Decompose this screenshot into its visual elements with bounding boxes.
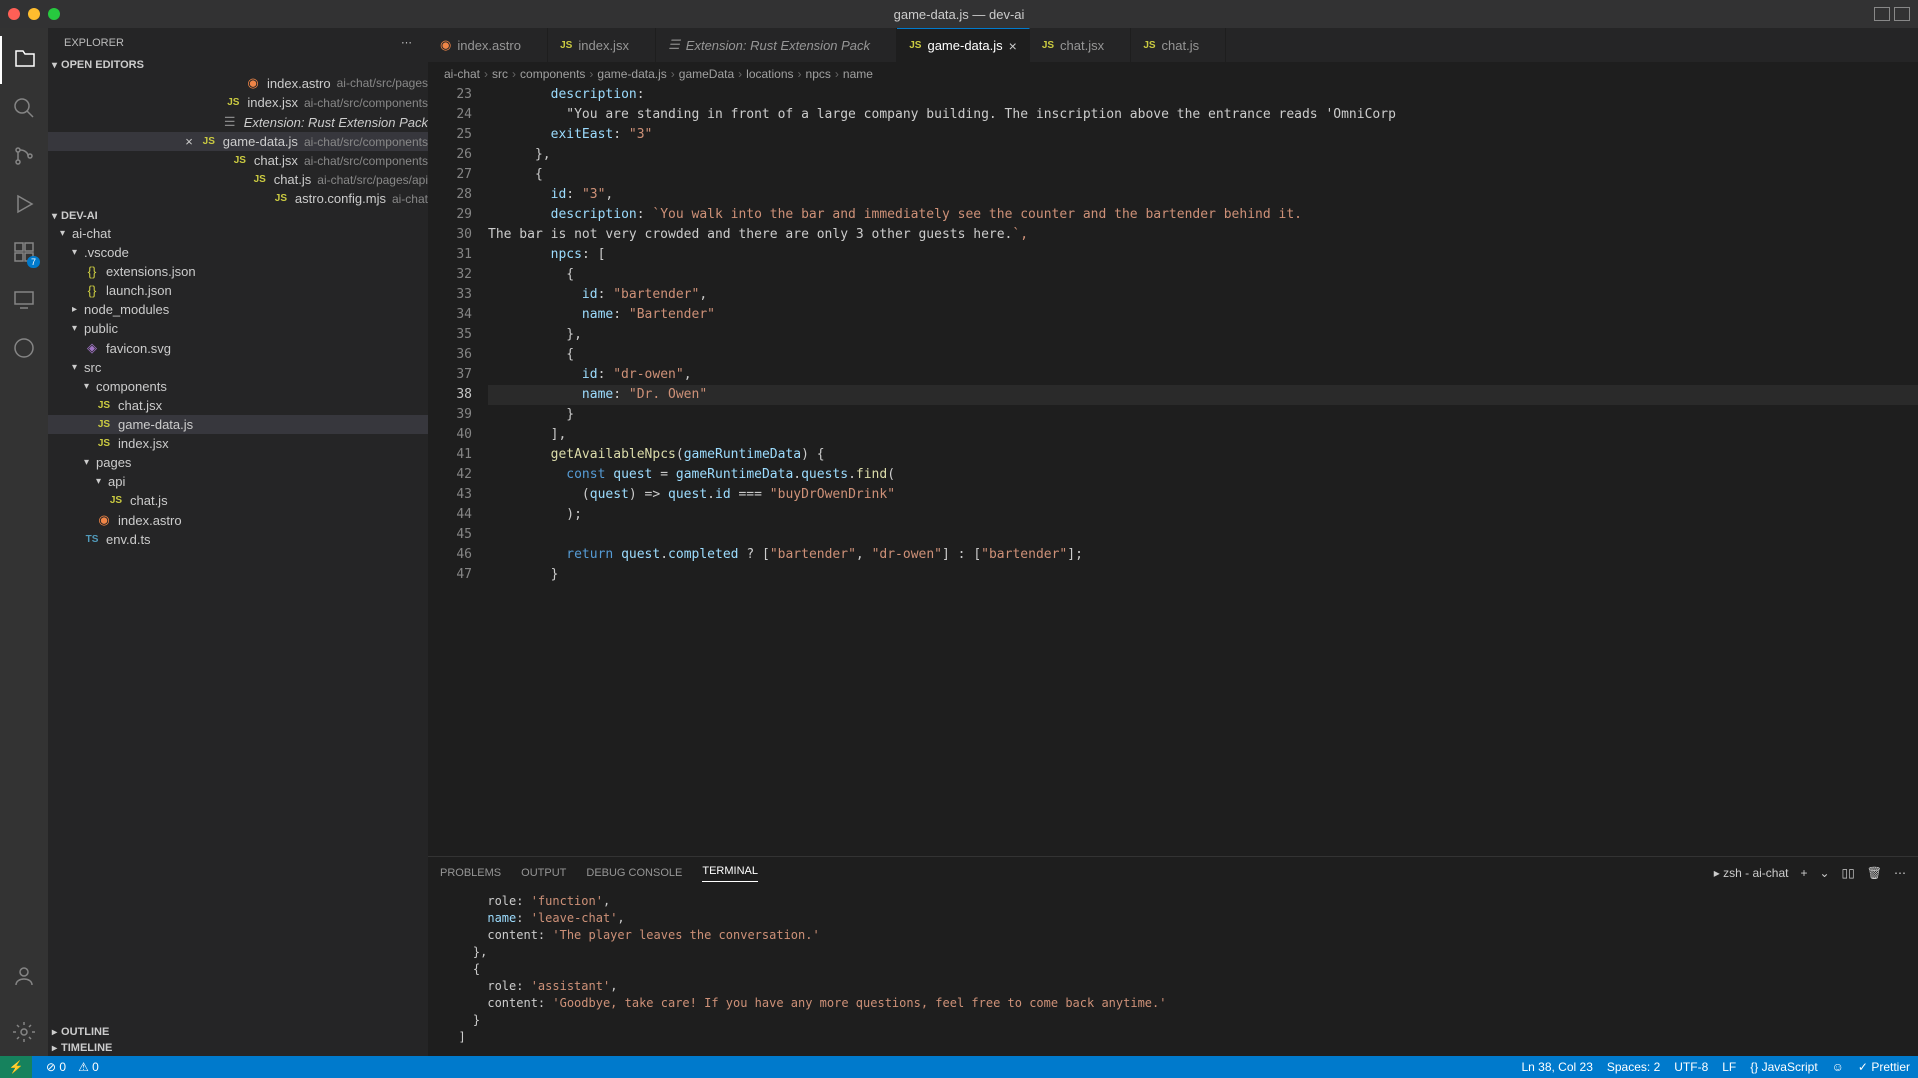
file-index-astro[interactable]: ◉index.astro: [48, 510, 428, 530]
outline-section[interactable]: ▸OUTLINE: [48, 1024, 428, 1040]
open-editor-item[interactable]: ×◉index.astroai-chat/src/pages: [48, 73, 428, 93]
explorer-sidebar: EXPLORER ⋯ ▾OPEN EDITORS ×◉index.astroai…: [48, 28, 428, 1056]
open-editor-item[interactable]: ×JSchat.jsxai-chat/src/components: [48, 151, 428, 170]
extensions-activity-icon[interactable]: 7: [0, 228, 48, 276]
sidebar-more-icon[interactable]: ⋯: [401, 36, 412, 49]
code-editor[interactable]: 2324252627282930313233343536373839404142…: [428, 85, 1918, 856]
bottom-panel: PROBLEMS OUTPUT DEBUG CONSOLE TERMINAL ▸ zs…: [428, 856, 1918, 1056]
folder-api[interactable]: ▾api: [48, 472, 428, 491]
breadcrumb-item[interactable]: components: [520, 67, 585, 81]
editor-tab[interactable]: ◉index.astro×: [428, 28, 548, 62]
terminal-shell-label[interactable]: ▸ zsh - ai-chat: [1714, 866, 1789, 880]
sidebar-title: EXPLORER: [64, 37, 124, 49]
editor-tab[interactable]: JSgame-data.js×: [897, 28, 1030, 62]
window-minimize-button[interactable]: [28, 8, 40, 20]
activity-bar: 7: [0, 28, 48, 1056]
folder-vscode[interactable]: ▾.vscode: [48, 243, 428, 262]
status-language[interactable]: {} JavaScript: [1750, 1060, 1817, 1074]
breadcrumb-item[interactable]: game-data.js: [597, 67, 666, 81]
settings-activity-icon[interactable]: [0, 1008, 48, 1056]
open-editor-item[interactable]: ×JSastro.config.mjsai-chat: [48, 189, 428, 208]
open-editor-item[interactable]: ×JSgame-data.jsai-chat/src/components: [48, 132, 428, 151]
status-errors[interactable]: ⊘ 0: [46, 1060, 66, 1074]
titlebar: game-data.js — dev-ai: [0, 0, 1918, 28]
split-terminal-icon[interactable]: ▯▯: [1842, 866, 1855, 880]
status-cursor[interactable]: Ln 38, Col 23: [1521, 1060, 1592, 1074]
status-feedback-icon[interactable]: ☺: [1832, 1060, 1844, 1074]
file-env-d-ts[interactable]: TSenv.d.ts: [48, 530, 428, 549]
file-game-data-js[interactable]: JSgame-data.js: [48, 415, 428, 434]
file-chat-jsx[interactable]: JSchat.jsx: [48, 396, 428, 415]
file-launch-json[interactable]: {}launch.json: [48, 281, 428, 300]
editor-tab[interactable]: JSindex.jsx×: [548, 28, 656, 62]
file-index-jsx[interactable]: JSindex.jsx: [48, 434, 428, 453]
extensions-badge: 7: [27, 256, 40, 268]
editor-tabs: ◉index.astro×JSindex.jsx×☰Extension: Rus…: [428, 28, 1918, 63]
explorer-activity-icon[interactable]: [0, 36, 48, 84]
kill-terminal-icon[interactable]: 🗑: [1867, 866, 1882, 880]
file-chat-js[interactable]: JSchat.js: [48, 491, 428, 510]
workspace-section[interactable]: ▾DEV-AI: [48, 208, 428, 224]
folder-pages[interactable]: ▾pages: [48, 453, 428, 472]
panel-tab-output[interactable]: OUTPUT: [521, 867, 566, 879]
folder-components[interactable]: ▾components: [48, 377, 428, 396]
window-close-button[interactable]: [8, 8, 20, 20]
breadcrumb-item[interactable]: locations: [746, 67, 793, 81]
open-editors-section[interactable]: ▾OPEN EDITORS: [48, 57, 428, 73]
editor-tab[interactable]: ☰Extension: Rust Extension Pack×: [656, 28, 897, 62]
edge-activity-icon[interactable]: [0, 324, 48, 372]
open-editor-item[interactable]: ×JSchat.jsai-chat/src/pages/api: [48, 170, 428, 189]
timeline-section[interactable]: ▸TIMELINE: [48, 1040, 428, 1056]
status-spaces[interactable]: Spaces: 2: [1607, 1060, 1660, 1074]
panel-more-icon[interactable]: ⋯: [1894, 866, 1906, 880]
breadcrumb-item[interactable]: ai-chat: [444, 67, 480, 81]
panel-tab-terminal[interactable]: TERMINAL: [702, 865, 758, 882]
breadcrumb-item[interactable]: gameData: [679, 67, 734, 81]
terminal-dropdown-icon[interactable]: ⌄: [1819, 866, 1829, 880]
window-title: game-data.js — dev-ai: [894, 7, 1025, 22]
account-activity-icon[interactable]: [0, 952, 48, 1000]
window-maximize-button[interactable]: [48, 8, 60, 20]
open-editor-item[interactable]: ×☰Extension: Rust Extension Pack: [48, 112, 428, 132]
layout-controls[interactable]: [1874, 7, 1910, 21]
statusbar: ⚡ ⊘ 0 ⚠ 0 Ln 38, Col 23 Spaces: 2 UTF-8 …: [0, 1056, 1918, 1078]
new-terminal-button[interactable]: +: [1800, 866, 1807, 880]
source-control-activity-icon[interactable]: [0, 132, 48, 180]
search-activity-icon[interactable]: [0, 84, 48, 132]
file-extensions-json[interactable]: {}extensions.json: [48, 262, 428, 281]
folder-node-modules[interactable]: ▸node_modules: [48, 300, 428, 319]
status-encoding[interactable]: UTF-8: [1674, 1060, 1708, 1074]
editor-area: ◉index.astro×JSindex.jsx×☰Extension: Rus…: [428, 28, 1918, 1056]
status-prettier[interactable]: ✓ Prettier: [1858, 1060, 1910, 1074]
breadcrumb-item[interactable]: name: [843, 67, 873, 81]
breadcrumb-item[interactable]: src: [492, 67, 508, 81]
file-favicon-svg[interactable]: ◈favicon.svg: [48, 338, 428, 358]
folder-ai-chat[interactable]: ▾ai-chat: [48, 224, 428, 243]
folder-public[interactable]: ▾public: [48, 319, 428, 338]
remote-button[interactable]: ⚡: [0, 1056, 32, 1078]
breadcrumb-item[interactable]: npcs: [806, 67, 831, 81]
panel-tab-debug-console[interactable]: DEBUG CONSOLE: [586, 867, 682, 879]
panel-tab-problems[interactable]: PROBLEMS: [440, 867, 501, 879]
folder-src[interactable]: ▾src: [48, 358, 428, 377]
open-editor-item[interactable]: ×JSindex.jsxai-chat/src/components: [48, 93, 428, 112]
terminal-output[interactable]: role: 'function', name: 'leave-chat', co…: [428, 889, 1918, 1056]
debug-activity-icon[interactable]: [0, 180, 48, 228]
remote-activity-icon[interactable]: [0, 276, 48, 324]
breadcrumbs[interactable]: ai-chat›src›components›game-data.js›game…: [428, 63, 1918, 85]
editor-tab[interactable]: JSchat.js×: [1131, 28, 1226, 62]
editor-tab[interactable]: JSchat.jsx×: [1030, 28, 1132, 62]
status-warnings[interactable]: ⚠ 0: [78, 1060, 99, 1074]
status-eol[interactable]: LF: [1722, 1060, 1736, 1074]
